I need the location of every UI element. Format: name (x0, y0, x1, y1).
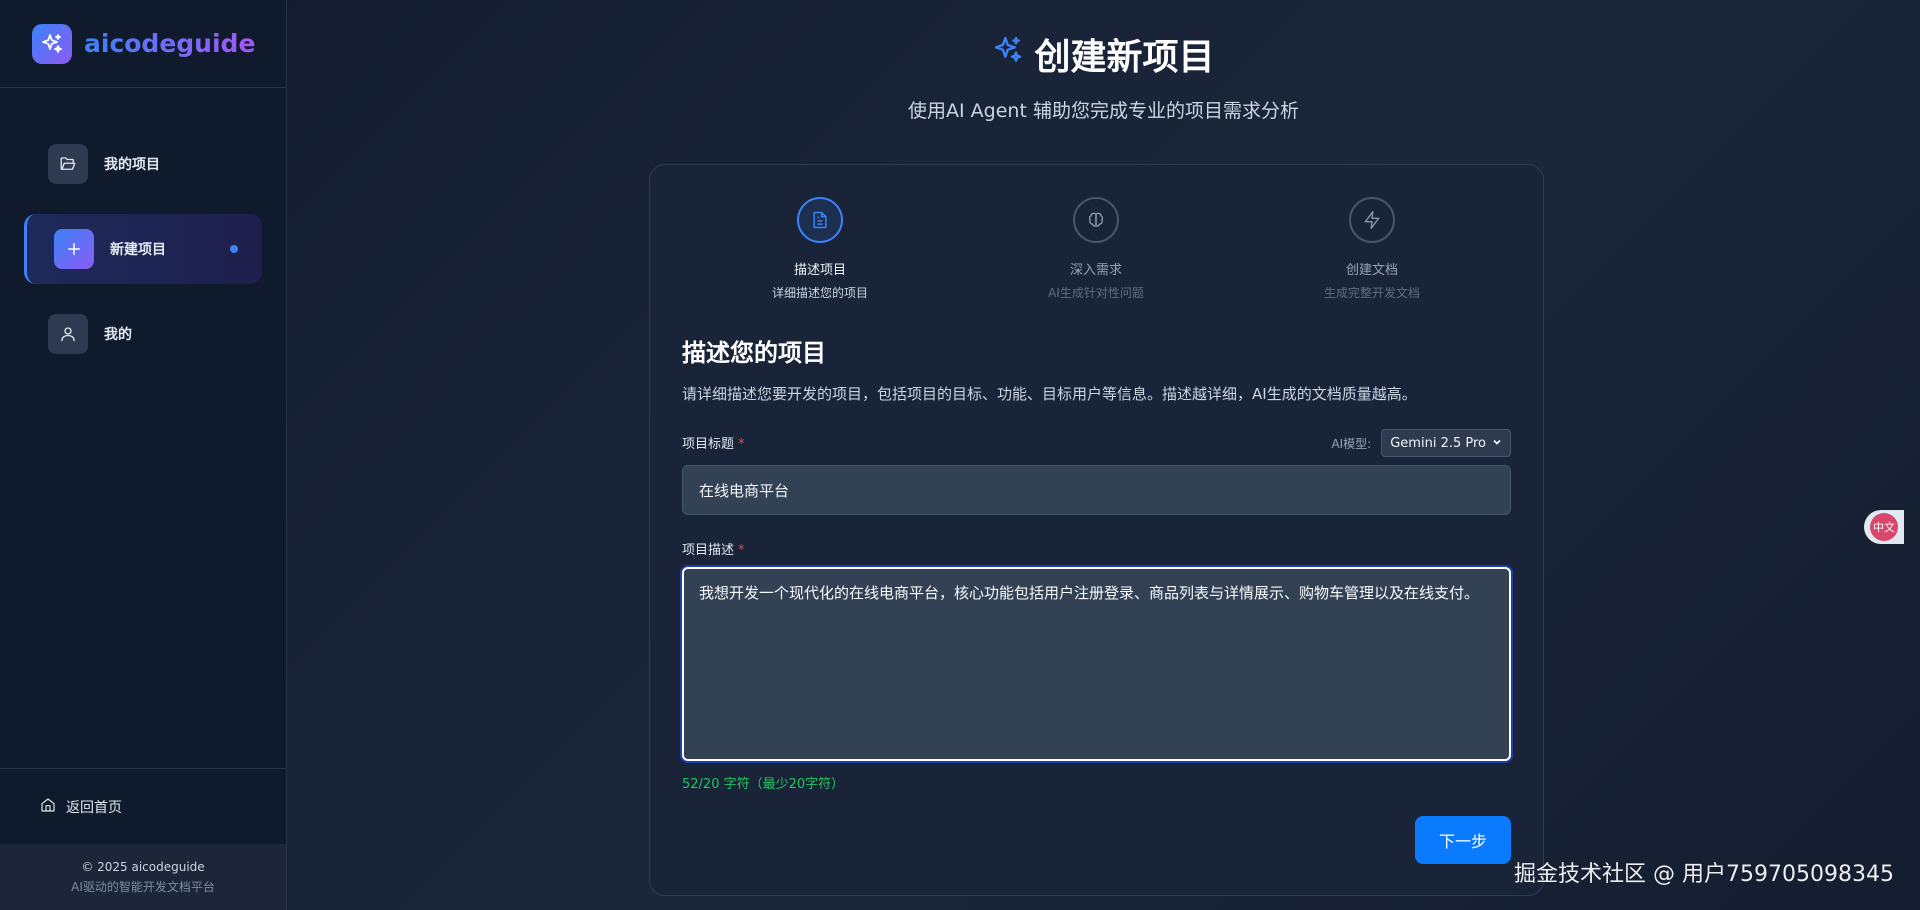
project-description-textarea[interactable]: 我想开发一个现代化的在线电商平台，核心功能包括用户注册登录、商品列表与详情展示、… (682, 567, 1511, 761)
section-description: 请详细描述您要开发的项目，包括项目的目标、功能、目标用户等信息。描述越详细，AI… (682, 385, 1417, 403)
next-button[interactable]: 下一步 (1415, 816, 1511, 864)
model-selector: AI模型: Gemini 2.5 Pro (1331, 429, 1511, 457)
active-indicator-dot (230, 245, 238, 253)
sidebar-item-profile[interactable]: 我的 (24, 304, 262, 364)
document-icon (797, 197, 843, 243)
page-title-text: 创建新项目 (1034, 37, 1215, 78)
project-title-input[interactable]: 在线电商平台 (682, 465, 1511, 515)
model-label: AI模型: (1331, 436, 1372, 451)
sidebar-item-label: 我的项目 (104, 157, 160, 173)
page-header: 创建新项目 使用AI Agent 辅助您完成专业的项目需求分析 (287, 28, 1920, 123)
step-title: 描述项目 (793, 263, 846, 278)
project-desc-label: 项目描述 * (682, 539, 745, 558)
sidebar: aicodeguide 我的项目 新建项目 我的 返回首页 © 2025 aic… (0, 0, 287, 910)
brain-icon (1073, 197, 1119, 243)
translate-icon: 中文 (1870, 513, 1898, 541)
plus-icon (54, 229, 94, 269)
step-requirements: 深入需求 AI生成针对性问题 (996, 197, 1196, 301)
user-icon (48, 314, 88, 354)
page-title: 创建新项目 (992, 28, 1215, 80)
watermark: 掘金技术社区 @ 用户759705098345 (1514, 862, 1894, 887)
lightning-icon (1349, 197, 1395, 243)
project-title-label-text: 项目标题 (682, 437, 735, 452)
sidebar-item-label: 新建项目 (110, 242, 166, 258)
stepper: 描述项目 详细描述您的项目 深入需求 AI生成针对性问题 创建文档 生成完整开发… (650, 197, 1543, 307)
model-select[interactable]: Gemini 2.5 Pro (1381, 429, 1511, 457)
step-describe: 描述项目 详细描述您的项目 (720, 197, 920, 301)
char-count: 52/20 字符（最少20字符） (682, 777, 845, 792)
sidebar-item-my-projects[interactable]: 我的项目 (24, 134, 262, 194)
sidebar-footer: © 2025 aicodeguide AI驱动的智能开发文档平台 (0, 844, 286, 910)
section-title: 描述您的项目 (682, 339, 826, 367)
brand-name: aicodeguide (84, 29, 256, 58)
sidebar-nav: 我的项目 新建项目 我的 (0, 88, 286, 364)
brand[interactable]: aicodeguide (0, 0, 286, 88)
sidebar-item-new-project[interactable]: 新建项目 (24, 214, 262, 284)
home-icon (40, 797, 56, 817)
sparkles-icon (32, 23, 72, 64)
translate-widget[interactable]: 中文 (1864, 510, 1904, 544)
back-home-link[interactable]: 返回首页 (0, 768, 286, 844)
page-subtitle: 使用AI Agent 辅助您完成专业的项目需求分析 (908, 100, 1299, 122)
step-title: 创建文档 (1345, 263, 1398, 278)
project-desc-label-text: 项目描述 (682, 543, 735, 558)
project-title-label: 项目标题 * (682, 433, 745, 452)
copyright-text: © 2025 aicodeguide (81, 859, 205, 874)
step-desc: 详细描述您的项目 (771, 286, 868, 300)
step-title: 深入需求 (1069, 263, 1122, 278)
sidebar-bottom: 返回首页 © 2025 aicodeguide AI驱动的智能开发文档平台 (0, 768, 286, 910)
step-desc: AI生成针对性问题 (1048, 286, 1144, 300)
back-home-label: 返回首页 (66, 799, 122, 816)
sidebar-item-label: 我的 (104, 327, 132, 343)
chevron-down-icon (1492, 436, 1502, 451)
model-select-value: Gemini 2.5 Pro (1390, 435, 1486, 451)
create-project-card: 描述项目 详细描述您的项目 深入需求 AI生成针对性问题 创建文档 生成完整开发… (649, 164, 1544, 896)
sparkles-icon (992, 34, 1024, 75)
required-mark: * (738, 543, 745, 558)
step-create-docs: 创建文档 生成完整开发文档 (1272, 197, 1472, 301)
step-desc: 生成完整开发文档 (1323, 286, 1420, 300)
tagline-text: AI驱动的智能开发文档平台 (71, 879, 215, 894)
required-mark: * (738, 437, 745, 452)
folder-open-icon (48, 144, 88, 184)
